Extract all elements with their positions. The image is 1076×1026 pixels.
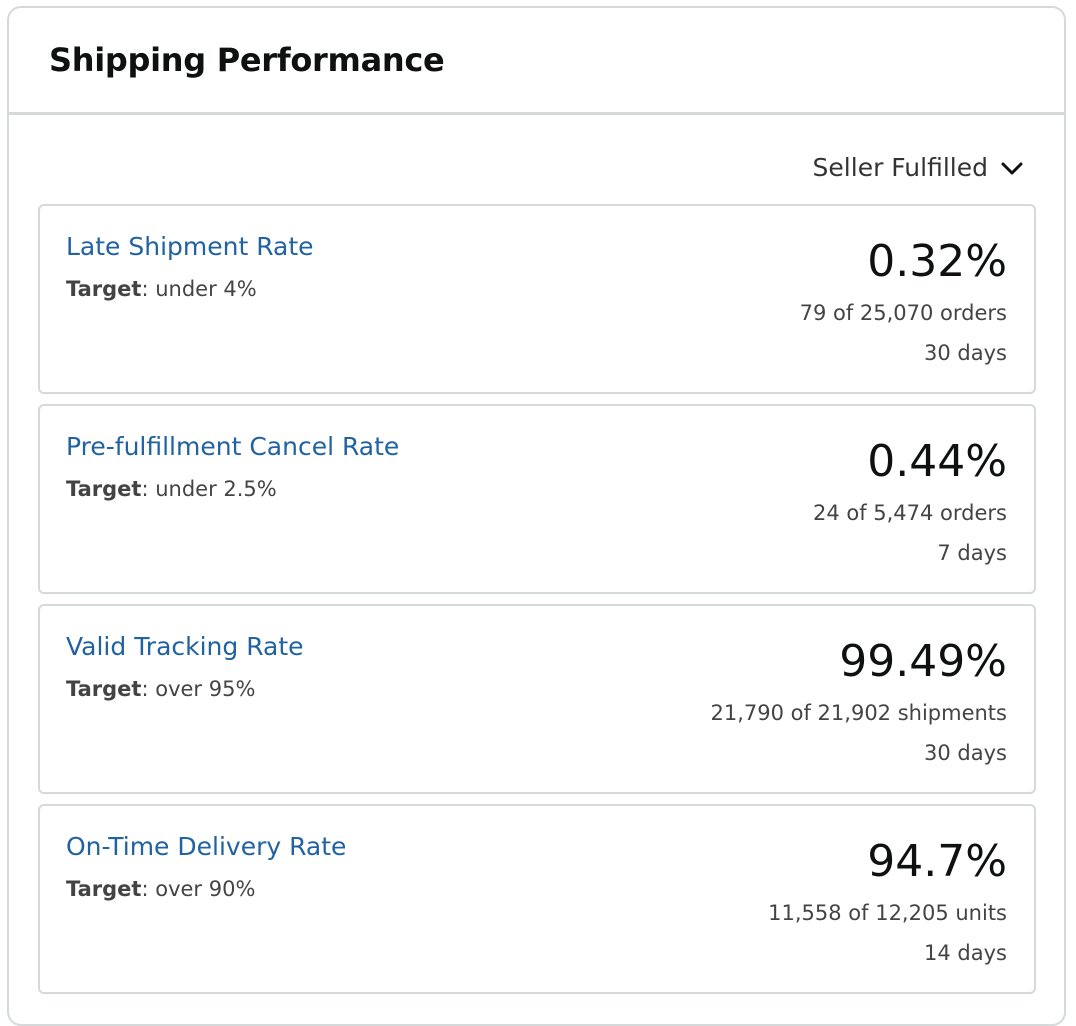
metric-name-link[interactable]: Pre-fulfillment Cancel Rate bbox=[66, 432, 399, 461]
metric-period: 30 days bbox=[924, 341, 1007, 365]
metric-target: Target: over 95% bbox=[66, 677, 255, 701]
metric-count: 21,790 of 21,902 shipments bbox=[710, 701, 1007, 725]
metric-value: 0.44% bbox=[867, 436, 1007, 487]
metric-target-label: Target bbox=[66, 477, 142, 501]
metric-target-label: Target bbox=[66, 677, 142, 701]
metric-count: 24 of 5,474 orders bbox=[812, 501, 1007, 525]
metric-target-value: : under 2.5% bbox=[141, 477, 277, 501]
metric-card-pre-fulfillment-cancel-rate: Pre-fulfillment Cancel Rate Target: unde… bbox=[38, 404, 1036, 594]
metric-period: 7 days bbox=[937, 541, 1007, 565]
metric-target-value: : under 4% bbox=[141, 277, 257, 301]
metric-target: Target: under 4% bbox=[66, 277, 257, 301]
shipping-performance-panel: Shipping Performance Seller Fulfilled La… bbox=[7, 6, 1066, 1026]
metric-card-valid-tracking-rate: Valid Tracking Rate Target: over 95% 99.… bbox=[38, 604, 1036, 794]
metric-name-link[interactable]: On-Time Delivery Rate bbox=[66, 832, 346, 861]
metric-target-label: Target bbox=[66, 277, 142, 301]
metric-target-value: : over 90% bbox=[141, 877, 256, 901]
metric-target-value: : over 95% bbox=[141, 677, 256, 701]
metric-value: 99.49% bbox=[839, 636, 1007, 687]
fulfillment-filter-label: Seller Fulfilled bbox=[812, 153, 988, 182]
metric-value: 94.7% bbox=[867, 836, 1007, 887]
metric-period: 30 days bbox=[924, 741, 1007, 765]
metric-card-late-shipment-rate: Late Shipment Rate Target: under 4% 0.32… bbox=[38, 204, 1036, 394]
fulfillment-filter-dropdown[interactable]: Seller Fulfilled bbox=[813, 153, 1024, 182]
metric-name-link[interactable]: Late Shipment Rate bbox=[66, 232, 314, 261]
chevron-down-icon bbox=[1000, 156, 1024, 180]
metric-count: 11,558 of 12,205 units bbox=[768, 901, 1007, 925]
panel-title: Shipping Performance bbox=[49, 41, 445, 79]
metric-value: 0.32% bbox=[867, 236, 1007, 287]
metric-target: Target: over 90% bbox=[66, 877, 255, 901]
metric-count: 79 of 25,070 orders bbox=[799, 301, 1007, 325]
metric-target: Target: under 2.5% bbox=[66, 477, 277, 501]
metric-target-label: Target bbox=[66, 877, 142, 901]
panel-header: Shipping Performance bbox=[9, 8, 1064, 115]
metric-name-link[interactable]: Valid Tracking Rate bbox=[66, 632, 304, 661]
metric-period: 14 days bbox=[924, 941, 1007, 965]
metric-card-on-time-delivery-rate: On-Time Delivery Rate Target: over 90% 9… bbox=[38, 804, 1036, 994]
